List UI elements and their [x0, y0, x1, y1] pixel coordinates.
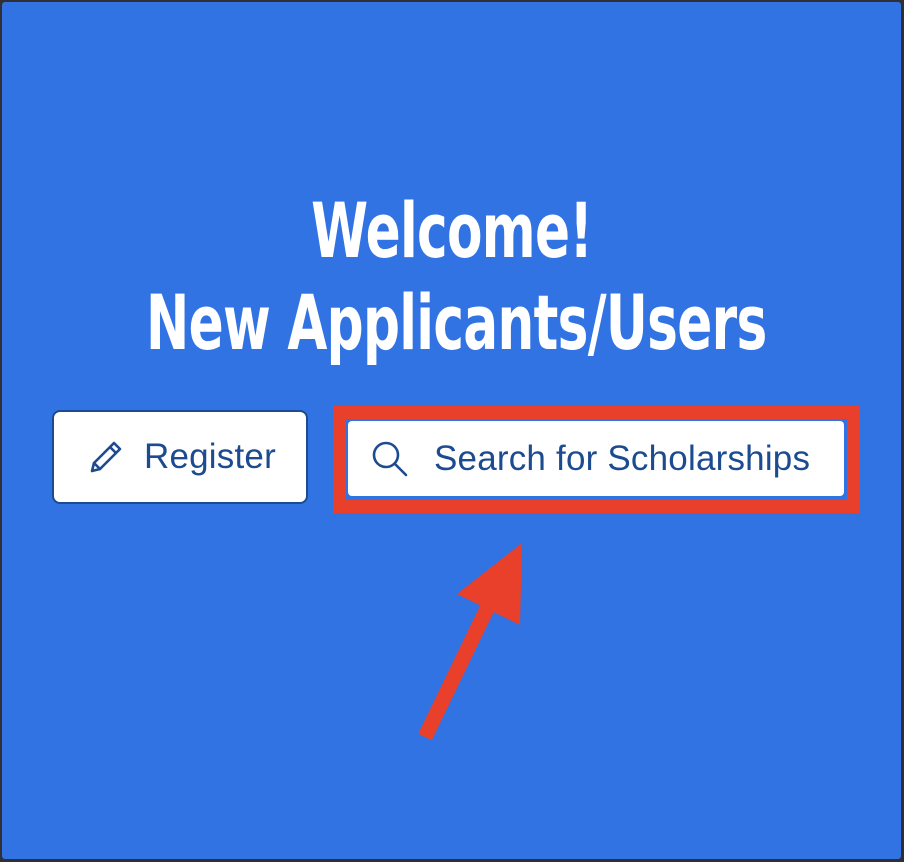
register-label: Register: [144, 437, 276, 476]
pencil-icon: [86, 437, 126, 477]
search-scholarships-label: Search for Scholarships: [434, 438, 811, 478]
welcome-title: Welcome!: [311, 186, 593, 275]
search-scholarships-button[interactable]: Search for Scholarships: [348, 421, 844, 496]
welcome-subtitle: New Applicants/Users: [146, 278, 767, 367]
register-button[interactable]: Register: [52, 410, 308, 504]
search-icon: [370, 439, 410, 479]
welcome-heading: Welcome! New Applicants/Users: [0, 185, 904, 369]
